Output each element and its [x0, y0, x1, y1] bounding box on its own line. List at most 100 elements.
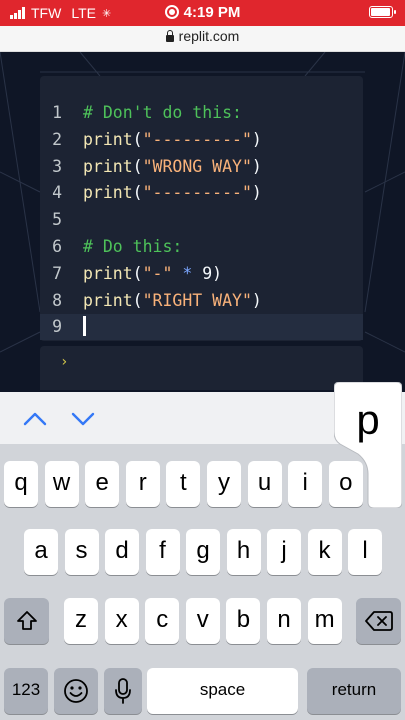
- emoji-key[interactable]: [54, 668, 98, 714]
- battery-icon: [369, 6, 396, 18]
- line-code: [83, 314, 86, 340]
- key-s[interactable]: s: [64, 529, 99, 575]
- console-panel[interactable]: ›: [40, 346, 363, 390]
- key-j[interactable]: j: [267, 529, 301, 575]
- key-w[interactable]: w: [44, 461, 79, 507]
- code-token: 9: [192, 263, 213, 283]
- code-line[interactable]: 8 print("RIGHT WAY"): [40, 288, 363, 314]
- code-token: print: [83, 156, 133, 176]
- code-line[interactable]: 2 print("---------"): [40, 127, 363, 153]
- numbers-key[interactable]: 123: [4, 668, 48, 714]
- line-number: 9: [52, 317, 62, 337]
- line-number: 7: [52, 263, 62, 283]
- key-z[interactable]: z: [64, 598, 98, 644]
- emoji-icon: [64, 679, 88, 703]
- line-code: print("WRONG WAY"): [83, 154, 262, 180]
- code-token: (: [132, 129, 143, 149]
- backspace-icon: [364, 611, 393, 631]
- key-a[interactable]: a: [24, 529, 58, 575]
- code-token: # Do this:: [83, 237, 183, 256]
- code-token: ): [212, 263, 223, 283]
- key-t[interactable]: t: [166, 461, 201, 507]
- url-host: replit.com: [178, 28, 240, 44]
- code-token: ): [251, 290, 262, 310]
- key-v[interactable]: v: [185, 598, 220, 644]
- code-line[interactable]: 4 print("---------"): [40, 180, 363, 206]
- return-key[interactable]: return: [307, 668, 401, 714]
- line-number: 3: [52, 156, 62, 176]
- chevron-down-icon[interactable]: [70, 406, 96, 432]
- key-y[interactable]: y: [207, 461, 241, 507]
- key-i[interactable]: i: [288, 461, 323, 507]
- code-token: (: [132, 263, 143, 283]
- popup-letter: p: [356, 396, 379, 443]
- status-time: 4:19 PM: [0, 4, 405, 21]
- key-b[interactable]: b: [226, 598, 261, 644]
- code-token: # Don't do this:: [83, 103, 242, 122]
- line-code: print("---------"): [83, 180, 262, 206]
- key-popup-p: p: [334, 382, 402, 508]
- code-token: "RIGHT WAY": [142, 290, 252, 310]
- line-code: # Do this:: [83, 234, 182, 260]
- line-number: 2: [52, 129, 62, 149]
- key-q[interactable]: q: [4, 461, 38, 507]
- microphone-icon: [115, 678, 131, 704]
- text-cursor: [83, 316, 86, 337]
- status-bar: TFW LTE ✳ 4:19 PM: [0, 0, 405, 26]
- line-number: 8: [52, 290, 62, 310]
- chevron-up-icon[interactable]: [22, 406, 48, 432]
- backspace-key[interactable]: [356, 598, 401, 644]
- code-token: ): [251, 156, 262, 176]
- code-token: (: [132, 290, 143, 310]
- key-d[interactable]: d: [105, 529, 139, 575]
- url-bar[interactable]: replit.com: [0, 26, 405, 52]
- line-code: print("RIGHT WAY"): [83, 288, 262, 314]
- shift-icon: [16, 611, 37, 630]
- shift-key[interactable]: [4, 598, 49, 644]
- code-token: "---------": [142, 183, 252, 203]
- key-u[interactable]: u: [247, 461, 282, 507]
- key-c[interactable]: c: [145, 598, 180, 644]
- key-e[interactable]: e: [85, 461, 120, 507]
- line-number: 1: [52, 103, 62, 122]
- code-editor[interactable]: 1 # Don't do this: 2 print("---------") 3 pri…: [40, 76, 363, 341]
- code-token: (: [132, 183, 143, 203]
- key-h[interactable]: h: [226, 529, 261, 575]
- console-prompt: ›: [60, 354, 69, 370]
- line-code: print("-" * 9): [83, 261, 222, 287]
- code-line[interactable]: 5: [40, 207, 363, 233]
- key-r[interactable]: r: [125, 461, 160, 507]
- key-g[interactable]: g: [186, 529, 220, 575]
- line-number: 6: [52, 237, 62, 256]
- space-key[interactable]: space: [147, 668, 298, 714]
- line-number: 5: [52, 210, 62, 230]
- code-line[interactable]: 7 print("-" * 9): [40, 261, 363, 287]
- code-token: "WRONG WAY": [142, 156, 252, 176]
- code-token: "-": [142, 263, 173, 283]
- code-line[interactable]: 3 print("WRONG WAY"): [40, 154, 363, 180]
- key-l[interactable]: l: [348, 529, 382, 575]
- code-line[interactable]: 9: [40, 314, 363, 341]
- line-number: 4: [52, 183, 62, 203]
- line-code: # Don't do this:: [83, 100, 242, 126]
- dictation-key[interactable]: [104, 668, 142, 714]
- line-code: print("---------"): [83, 127, 262, 153]
- key-k[interactable]: k: [307, 529, 342, 575]
- key-m[interactable]: m: [307, 598, 342, 644]
- recording-icon: [164, 5, 179, 19]
- key-x[interactable]: x: [104, 598, 139, 644]
- code-token: *: [182, 263, 193, 283]
- code-token: ): [251, 129, 262, 149]
- code-token: print: [83, 290, 133, 310]
- key-n[interactable]: n: [267, 598, 301, 644]
- code-token: print: [83, 183, 133, 203]
- code-line[interactable]: 1 # Don't do this:: [40, 100, 363, 126]
- code-token: (: [132, 156, 143, 176]
- key-f[interactable]: f: [145, 529, 180, 575]
- code-token: ): [251, 183, 262, 203]
- code-token: print: [83, 129, 133, 149]
- code-line[interactable]: 6 # Do this:: [40, 234, 363, 260]
- code-token: "---------": [142, 129, 252, 149]
- code-token: print: [83, 263, 133, 283]
